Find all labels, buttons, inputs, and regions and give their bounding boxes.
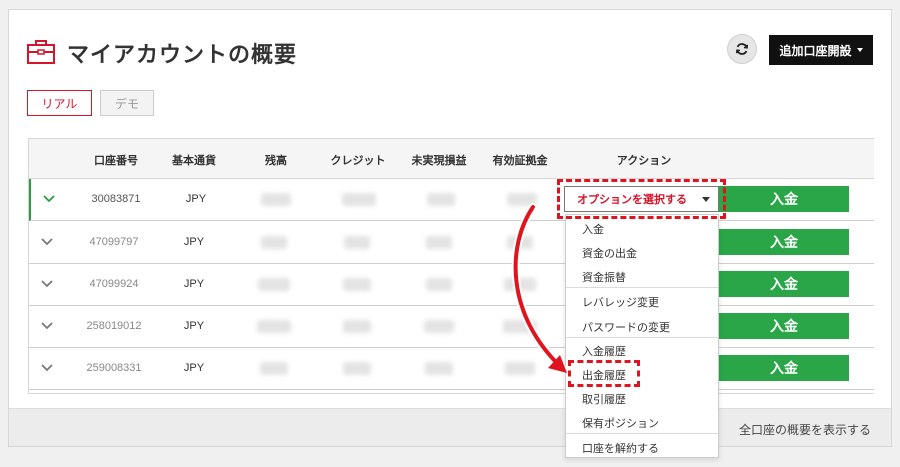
blurred-balance — [261, 236, 287, 249]
deposit-button[interactable]: 入金 — [719, 355, 849, 381]
open-account-label: 追加口座開設 — [779, 43, 852, 58]
blurred-unrealized — [425, 362, 453, 375]
blurred-balance — [257, 320, 291, 333]
blurred-credit — [343, 278, 371, 291]
chevron-down-icon[interactable] — [41, 321, 53, 331]
blurred-credit — [344, 236, 370, 249]
account-number: 47099924 — [89, 278, 139, 290]
base-currency: JPY — [183, 236, 205, 248]
chevron-down-icon[interactable] — [41, 363, 53, 373]
chevron-down-icon[interactable] — [41, 237, 53, 247]
blurred-balance — [260, 362, 288, 375]
account-number: 30083871 — [91, 193, 141, 205]
header-margin: 有効証拠金 — [492, 155, 548, 167]
account-number: 259008331 — [86, 362, 142, 374]
blurred-credit — [343, 362, 371, 375]
header-balance: 残高 — [265, 155, 287, 167]
briefcase-icon — [27, 40, 55, 64]
header-account-number: 口座番号 — [94, 155, 138, 167]
deposit-button[interactable]: 入金 — [719, 186, 849, 212]
footer-bar: 全口座の概要を表示する — [9, 408, 891, 446]
table-header: 口座番号 基本通貨 残高 クレジット 未実現損益 有効証拠金 アクション — [29, 139, 874, 179]
base-currency: JPY — [185, 193, 207, 205]
curved-arrow-icon — [511, 203, 567, 373]
blurred-unrealized — [426, 278, 452, 291]
account-overview-panel: マイアカウントの概要 追加口座開設 リアル デモ 口座番号 基本通貨 残高 クレ… — [8, 9, 892, 447]
open-additional-account-button[interactable]: 追加口座開設 — [769, 35, 873, 65]
action-options-dropdown: 入金 資金の出金 資金振替 レバレッジ変更 パスワードの変更 入金履歴 出金履歴… — [565, 214, 719, 458]
option-deposit[interactable]: 入金 — [582, 221, 604, 237]
blurred-unrealized — [424, 320, 454, 333]
option-trade-history[interactable]: 取引履歴 — [582, 391, 626, 407]
option-close-account[interactable]: 口座を解約する — [582, 440, 659, 456]
option-change-password[interactable]: パスワードの変更 — [582, 319, 670, 335]
header-base-currency: 基本通貨 — [172, 155, 216, 167]
account-number: 258019012 — [86, 320, 142, 332]
deposit-button[interactable]: 入金 — [719, 271, 849, 297]
blurred-credit — [343, 320, 371, 333]
blurred-unrealized — [426, 236, 452, 249]
tab-demo[interactable]: デモ — [100, 90, 154, 116]
base-currency: JPY — [183, 320, 205, 332]
account-number: 47099797 — [89, 236, 139, 248]
blurred-balance — [258, 278, 290, 291]
page-title: マイアカウントの概要 — [67, 42, 298, 67]
option-open-positions[interactable]: 保有ポジション — [582, 415, 659, 431]
base-currency: JPY — [183, 278, 205, 290]
caret-down-icon — [856, 48, 863, 52]
chevron-down-icon[interactable] — [41, 279, 53, 289]
chevron-down-icon[interactable] — [43, 194, 55, 204]
refresh-button[interactable] — [727, 34, 757, 64]
view-all-accounts-link[interactable]: 全口座の概要を表示する — [739, 421, 871, 438]
option-change-leverage[interactable]: レバレッジ変更 — [582, 294, 659, 310]
base-currency: JPY — [183, 362, 205, 374]
blurred-credit — [342, 193, 376, 206]
dropdown-divider — [566, 433, 718, 434]
header-credit: クレジット — [330, 155, 386, 167]
option-deposit-history[interactable]: 入金履歴 — [582, 343, 626, 359]
option-fund-transfer[interactable]: 資金振替 — [582, 269, 626, 285]
option-withdrawal[interactable]: 資金の出金 — [582, 245, 637, 261]
refresh-icon — [735, 43, 749, 55]
dropdown-divider — [566, 287, 718, 288]
blurred-balance — [261, 193, 291, 206]
blurred-unrealized — [427, 193, 455, 206]
header-action: アクション — [616, 155, 672, 167]
deposit-button[interactable]: 入金 — [719, 313, 849, 339]
dropdown-divider — [566, 337, 718, 338]
tab-real[interactable]: リアル — [27, 90, 92, 116]
deposit-button[interactable]: 入金 — [719, 229, 849, 255]
header-unrealized-pl: 未実現損益 — [411, 155, 467, 167]
